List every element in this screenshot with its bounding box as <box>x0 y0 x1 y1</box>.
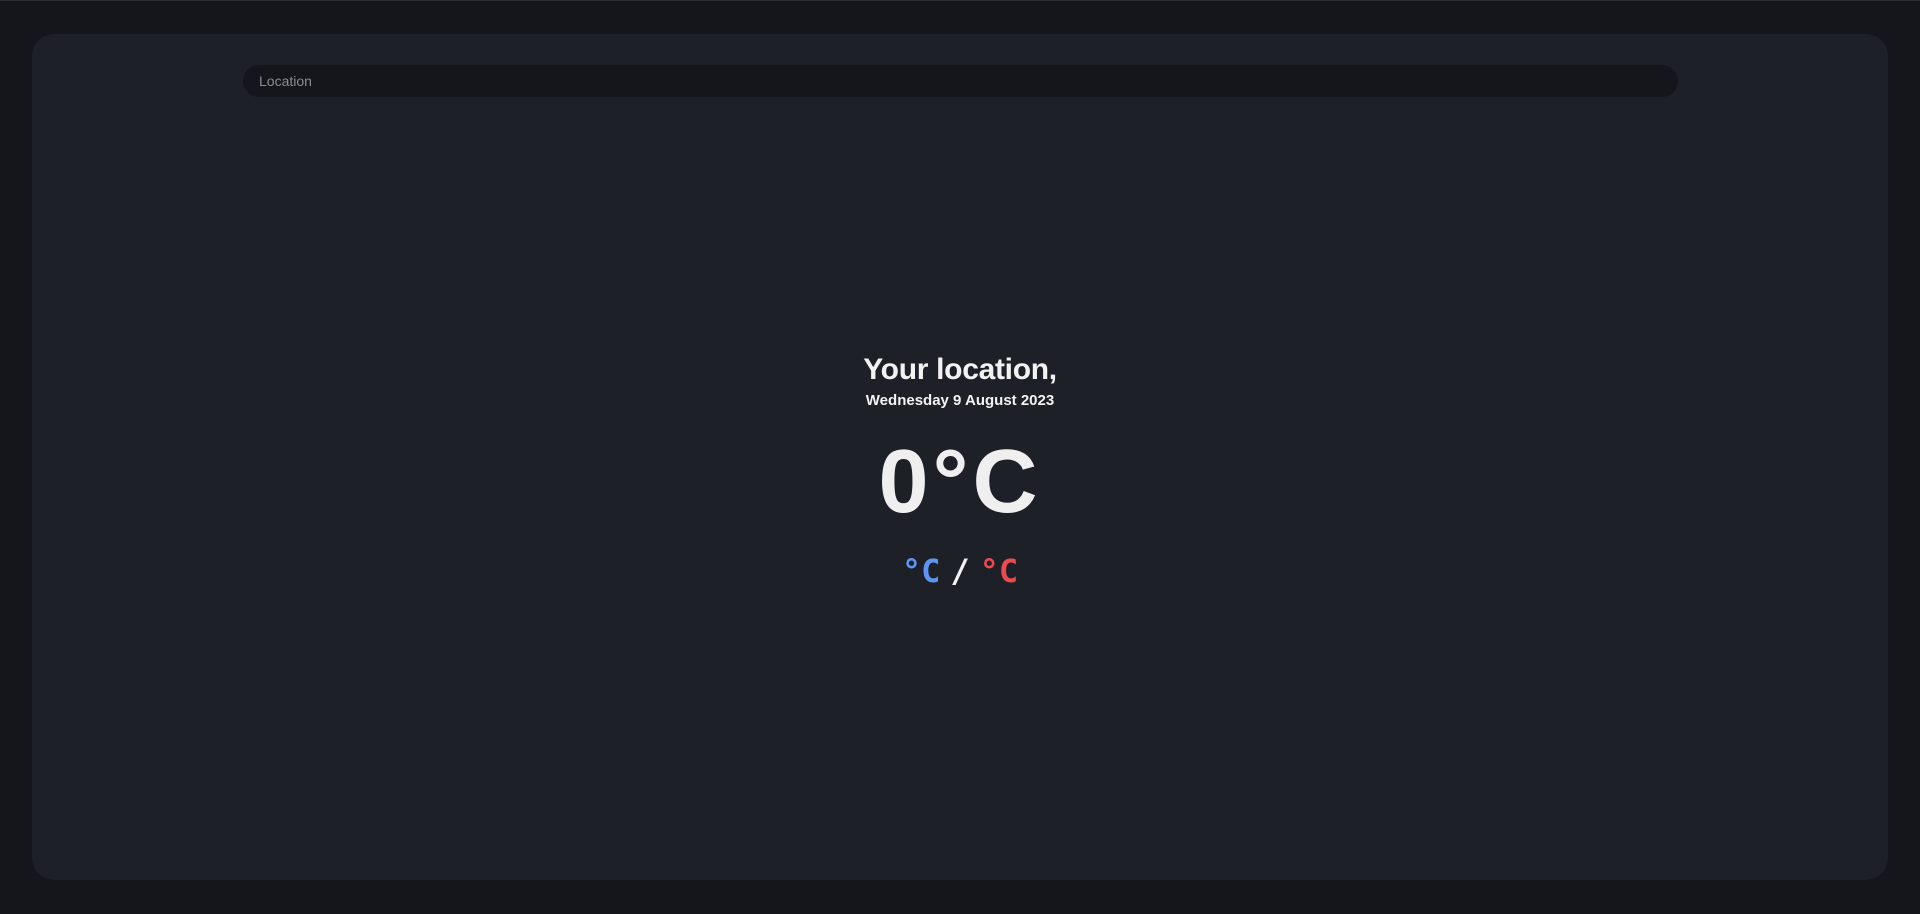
search-bar <box>243 65 1678 97</box>
weather-summary: Your location, Wednesday 9 August 2023 0… <box>32 352 1888 590</box>
weather-card: Your location, Wednesday 9 August 2023 0… <box>32 34 1888 880</box>
location-title: Your location, <box>863 353 1057 386</box>
min-max-temperature: °C / °C <box>32 552 1888 590</box>
temperature-separator: / <box>950 552 970 590</box>
min-temperature: °C <box>901 552 941 590</box>
current-date: Wednesday 9 August 2023 <box>865 392 1055 409</box>
current-temperature: 0°C <box>878 432 1042 532</box>
window-top-border <box>0 0 1920 1</box>
location-search-input[interactable] <box>243 65 1678 97</box>
max-temperature: °C <box>979 552 1019 590</box>
